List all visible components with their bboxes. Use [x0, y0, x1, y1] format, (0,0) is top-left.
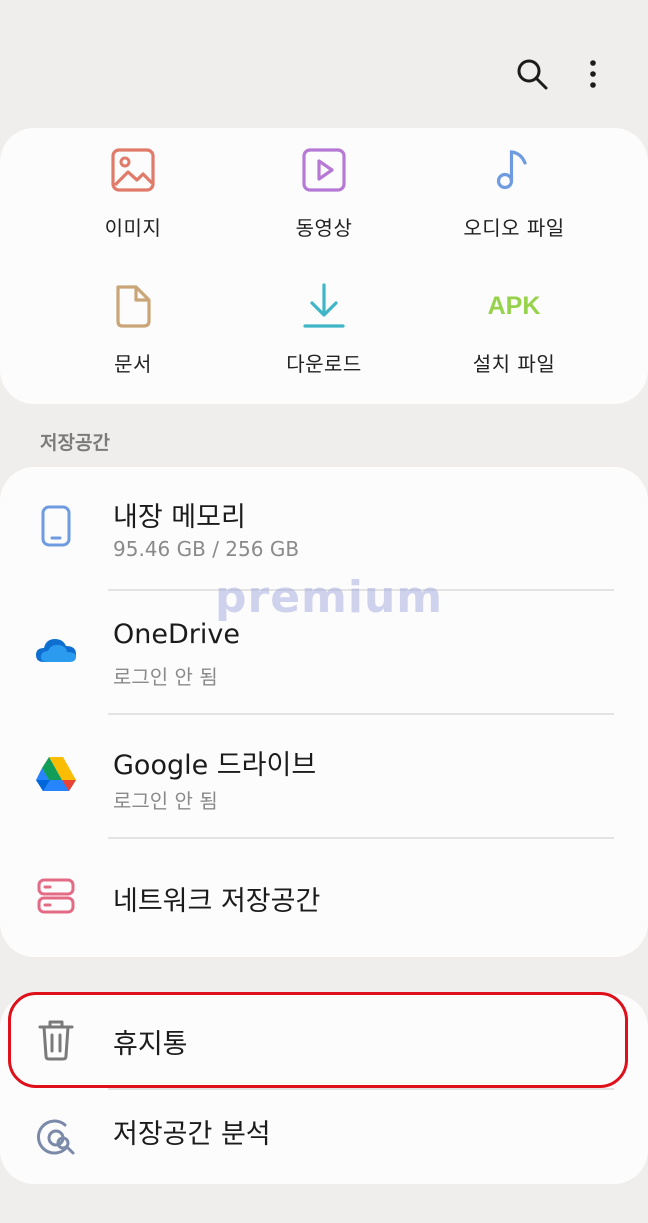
category-label: 오디오 파일	[463, 216, 565, 240]
storage-item-title: 네트워크 저장공간	[113, 886, 321, 917]
category-label: 문서	[114, 352, 152, 376]
category-install-files[interactable]: APK 설치 파일	[406, 264, 622, 402]
storage-item-google-drive[interactable]: Google 드라이브 로그인 안 됨	[0, 715, 648, 837]
storage-analysis-item[interactable]: 저장공간 분석	[0, 1090, 648, 1184]
category-documents[interactable]: 문서	[25, 264, 241, 402]
storage-card: 내장 메모리 95.46 GB / 256 GB OneDrive 로그인 안 …	[0, 467, 648, 957]
more-options-icon[interactable]	[571, 52, 615, 96]
google-drive-icon	[32, 749, 80, 797]
category-label: 동영상	[295, 216, 353, 240]
onedrive-icon	[32, 625, 80, 673]
category-label: 설치 파일	[472, 352, 556, 376]
category-downloads[interactable]: 다운로드	[216, 264, 432, 402]
storage-item-title: Google 드라이브	[113, 750, 317, 781]
music-note-icon	[490, 146, 538, 194]
storage-item-subtitle: 로그인 안 됨	[113, 789, 218, 813]
category-images[interactable]: 이미지	[25, 128, 241, 266]
category-audio[interactable]: 오디오 파일	[406, 128, 622, 266]
storage-item-title: 내장 메모리	[113, 502, 246, 533]
storage-analysis-icon	[32, 1114, 80, 1162]
storage-section-label: 저장공간	[40, 432, 110, 454]
storage-item-network[interactable]: 네트워크 저장공간	[0, 839, 648, 957]
storage-analysis-title: 저장공간 분석	[113, 1119, 271, 1150]
search-icon[interactable]	[510, 52, 554, 96]
download-icon	[300, 282, 348, 330]
categories-card: 이미지 동영상 오디오 파일 문서 다운로드 APK 설치 파일	[0, 128, 648, 404]
top-app-bar	[0, 0, 648, 120]
storage-item-internal[interactable]: 내장 메모리 95.46 GB / 256 GB	[0, 467, 648, 589]
storage-item-subtitle: 로그인 안 됨	[113, 665, 218, 689]
storage-item-subtitle: 95.46 GB / 256 GB	[113, 537, 300, 561]
phone-icon	[32, 502, 80, 550]
category-videos[interactable]: 동영상	[216, 128, 432, 266]
apk-icon: APK	[487, 282, 541, 330]
category-label: 이미지	[104, 216, 162, 240]
image-icon	[109, 146, 157, 194]
network-storage-icon	[32, 872, 80, 920]
apk-icon-text: APK	[487, 291, 541, 320]
category-label: 다운로드	[286, 352, 362, 376]
document-icon	[109, 282, 157, 330]
storage-item-title: OneDrive	[113, 619, 240, 650]
watermark: premium	[215, 572, 444, 623]
highlight-annotation	[8, 992, 628, 1088]
video-icon	[300, 146, 348, 194]
